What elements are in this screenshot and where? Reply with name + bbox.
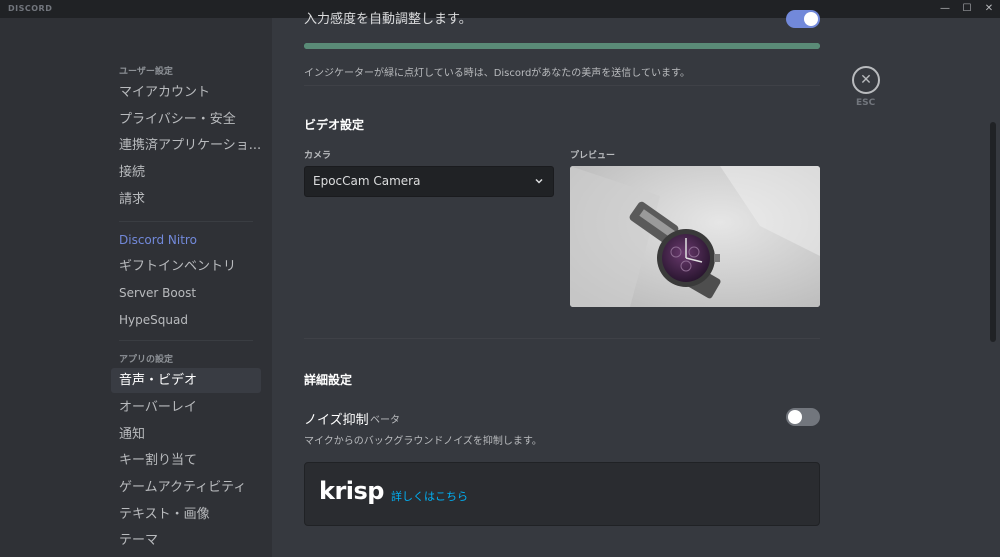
sidebar-item-appearance[interactable]: テーマ	[111, 528, 261, 553]
video-preview	[570, 166, 820, 307]
sidebar-item-voice-video[interactable]: 音声・ビデオ	[111, 368, 261, 393]
sidebar-item-keybinds[interactable]: キー割り当て	[111, 448, 261, 473]
esc-label: ESC	[856, 98, 876, 108]
meter-fill	[304, 43, 820, 49]
video-settings-title: ビデオ設定	[304, 118, 365, 132]
section-divider	[304, 85, 820, 86]
toggle-knob	[788, 410, 802, 424]
beta-badge: ベータ	[370, 415, 400, 426]
noise-suppression-label: ノイズ抑制	[304, 413, 369, 428]
toggle-knob	[804, 12, 818, 26]
noise-suppression-toggle[interactable]	[786, 408, 820, 426]
sidebar-item-connections[interactable]: 接続	[111, 160, 261, 185]
close-icon: ✕	[860, 72, 872, 88]
krisp-logo: krisp	[319, 477, 385, 505]
user-settings-header: ユーザー設定	[119, 67, 173, 77]
advanced-settings-title: 詳細設定	[304, 373, 353, 387]
input-sensitivity-meter[interactable]	[304, 43, 820, 49]
settings-content: 入力感度を自動調整します。 インジケーターが緑に点灯している時は、Discord…	[272, 10, 1000, 557]
sidebar-item-notifications[interactable]: 通知	[111, 422, 261, 447]
title-bar: DISCORD — ☐ ✕	[0, 0, 1000, 18]
sidebar-item-game-activity[interactable]: ゲームアクティビティ	[111, 475, 261, 500]
sidebar-item-overlay[interactable]: オーバーレイ	[111, 395, 261, 420]
app-settings-header: アプリの設定	[119, 355, 174, 365]
discord-logo: DISCORD	[8, 4, 53, 13]
sidebar-item-text-images[interactable]: テキスト・画像	[111, 502, 261, 527]
sidebar-item-billing[interactable]: 請求	[111, 187, 261, 212]
sidebar-item-server-boost[interactable]: Server Boost	[111, 281, 261, 306]
krisp-banner: krisp 詳しくはこちら	[304, 462, 820, 526]
sidebar-item-discord-nitro[interactable]: Discord Nitro	[111, 228, 261, 253]
learn-more-link[interactable]: 詳しくはこちら	[391, 488, 468, 504]
indicator-hint: インジケーターが緑に点灯している時は、Discordがあなたの美声を送信していま…	[304, 68, 690, 79]
auto-sensitivity-toggle[interactable]	[786, 10, 820, 28]
section-divider	[304, 338, 820, 339]
camera-preview-image	[570, 166, 820, 307]
auto-sensitivity-label: 入力感度を自動調整します。	[304, 12, 472, 27]
minimize-button[interactable]: —	[938, 2, 952, 16]
noise-suppression-hint: マイクからのバックグラウンドノイズを抑制します。	[304, 436, 542, 447]
camera-label: カメラ	[304, 151, 332, 161]
content-scrollbar[interactable]	[990, 122, 996, 342]
chevron-down-icon	[535, 178, 543, 184]
camera-select[interactable]: EpocCam Camera	[304, 166, 554, 197]
sidebar-divider	[119, 221, 253, 222]
camera-select-value: EpocCam Camera	[313, 174, 421, 188]
sidebar-item-hypesquad[interactable]: HypeSquad	[111, 308, 261, 333]
sidebar-item-my-account[interactable]: マイアカウント	[111, 80, 261, 105]
preview-label: プレビュー	[570, 151, 616, 161]
sidebar-item-authorized-apps[interactable]: 連携済アプリケーショ...	[111, 133, 261, 158]
sidebar-item-gift-inventory[interactable]: ギフトインベントリ	[111, 254, 261, 279]
sidebar-divider	[119, 340, 253, 341]
maximize-button[interactable]: ☐	[960, 2, 974, 16]
sidebar-item-privacy-safety[interactable]: プライバシー・安全	[111, 107, 261, 132]
settings-sidebar: ユーザー設定 マイアカウント プライバシー・安全 連携済アプリケーショ... 接…	[0, 18, 272, 557]
window-close-button[interactable]: ✕	[982, 2, 996, 16]
close-settings-button[interactable]: ✕	[852, 66, 880, 94]
